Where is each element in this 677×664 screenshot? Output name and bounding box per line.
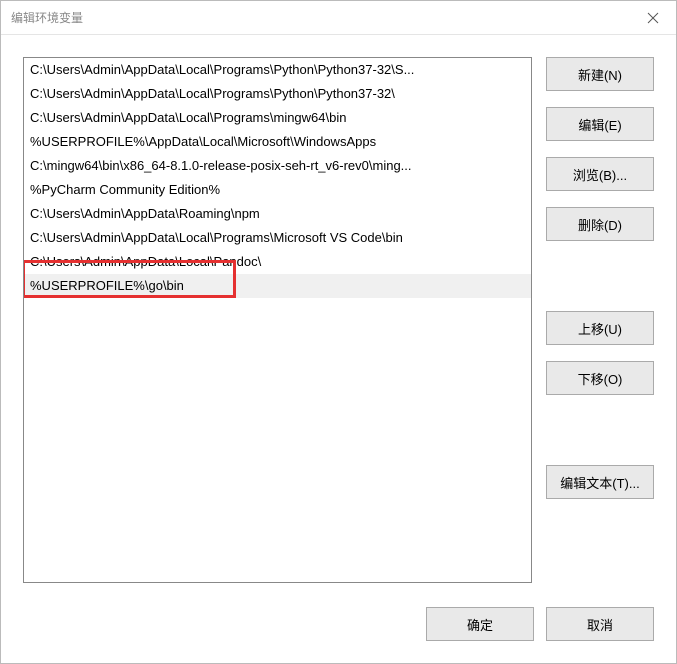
list-item[interactable]: C:\Users\Admin\AppData\Local\Programs\Py…: [24, 82, 531, 106]
list-item[interactable]: C:\Users\Admin\AppData\Local\Programs\Mi…: [24, 226, 531, 250]
new-button[interactable]: 新建(N): [546, 57, 654, 91]
path-listbox[interactable]: C:\Users\Admin\AppData\Local\Programs\Py…: [23, 57, 532, 583]
close-icon: [647, 12, 659, 24]
spacer: [546, 411, 654, 449]
list-item[interactable]: C:\Users\Admin\AppData\Local\Programs\Py…: [24, 58, 531, 82]
content-area: C:\Users\Admin\AppData\Local\Programs\Py…: [1, 35, 676, 593]
footer: 确定 取消: [1, 593, 676, 663]
list-item[interactable]: C:\mingw64\bin\x86_64-8.1.0-release-posi…: [24, 154, 531, 178]
list-item[interactable]: C:\Users\Admin\AppData\Roaming\npm: [24, 202, 531, 226]
spacer: [546, 257, 654, 295]
titlebar: 编辑环境变量: [1, 1, 676, 35]
edit-text-button[interactable]: 编辑文本(T)...: [546, 465, 654, 499]
list-item[interactable]: C:\Users\Admin\AppData\Local\Pandoc\: [24, 250, 531, 274]
move-up-button[interactable]: 上移(U): [546, 311, 654, 345]
list-item[interactable]: C:\Users\Admin\AppData\Local\Programs\mi…: [24, 106, 531, 130]
close-button[interactable]: [630, 1, 676, 35]
list-item[interactable]: %USERPROFILE%\go\bin: [24, 274, 531, 298]
list-item[interactable]: %USERPROFILE%\AppData\Local\Microsoft\Wi…: [24, 130, 531, 154]
move-down-button[interactable]: 下移(O): [546, 361, 654, 395]
cancel-button[interactable]: 取消: [546, 607, 654, 641]
list-item[interactable]: %PyCharm Community Edition%: [24, 178, 531, 202]
window-title: 编辑环境变量: [11, 9, 83, 26]
edit-button[interactable]: 编辑(E): [546, 107, 654, 141]
ok-button[interactable]: 确定: [426, 607, 534, 641]
edit-env-var-dialog: 编辑环境变量 C:\Users\Admin\AppData\Local\Prog…: [0, 0, 677, 664]
browse-button[interactable]: 浏览(B)...: [546, 157, 654, 191]
side-buttons: 新建(N) 编辑(E) 浏览(B)... 删除(D) 上移(U) 下移(O) 编…: [546, 57, 654, 583]
delete-button[interactable]: 删除(D): [546, 207, 654, 241]
